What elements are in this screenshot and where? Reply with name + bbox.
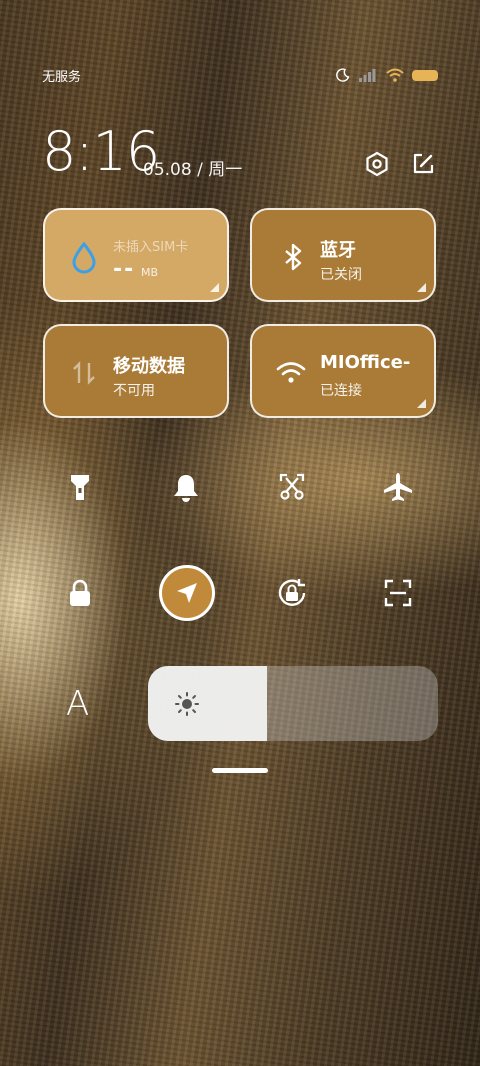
rotation-lock-toggle[interactable]	[272, 573, 312, 613]
location-icon	[177, 583, 197, 603]
wifi-tile[interactable]: MIOffice- 已连接	[250, 324, 436, 418]
scan-icon	[384, 579, 412, 607]
expand-corner-icon	[210, 283, 219, 292]
wifi-title: MIOffice-	[320, 352, 411, 373]
brightness-fill	[148, 666, 267, 741]
screenshot-scissors-icon	[279, 473, 305, 500]
bluetooth-title: 蓝牙	[320, 240, 356, 261]
brightness-slider[interactable]	[148, 666, 438, 741]
water-drop-icon	[72, 241, 96, 274]
flashlight-icon	[71, 475, 89, 500]
edit-icon[interactable]	[410, 151, 436, 177]
settings-icon[interactable]	[364, 151, 390, 177]
auto-brightness-button[interactable]: A	[66, 684, 89, 724]
wifi-status: 已连接	[320, 383, 362, 399]
sim-status-label: 未插入SIM卡	[113, 240, 189, 255]
clock-time: 8:16	[42, 120, 160, 183]
data-usage-tile[interactable]: 未插入SIM卡 -- MB	[43, 208, 229, 302]
rotation-lock-icon	[278, 579, 306, 606]
expand-corner-icon	[417, 399, 426, 408]
airplane-icon	[384, 473, 412, 501]
flashlight-toggle[interactable]	[60, 467, 100, 507]
drag-handle[interactable]	[212, 768, 268, 773]
mobile-data-title: 移动数据	[113, 356, 185, 377]
sound-toggle[interactable]	[166, 467, 206, 507]
battery-icon	[412, 69, 438, 81]
clock-date: 05.08 / 周一	[143, 160, 243, 180]
wifi-icon	[276, 362, 306, 383]
bell-icon	[174, 475, 198, 502]
moon-icon	[336, 68, 350, 82]
data-usage-value: --	[113, 257, 136, 282]
mobile-data-tile[interactable]: 移动数据 不可用	[43, 324, 229, 418]
lock-screen-toggle[interactable]	[60, 573, 100, 613]
expand-corner-icon	[417, 283, 426, 292]
wifi-status-icon	[386, 68, 404, 82]
airplane-toggle[interactable]	[378, 467, 418, 507]
signal-icon	[359, 69, 376, 82]
screenshot-toggle[interactable]	[272, 467, 312, 507]
carrier-label: 无服务	[42, 70, 82, 85]
data-usage-unit: MB	[141, 266, 159, 279]
data-arrows-icon	[73, 361, 95, 385]
bluetooth-status: 已关闭	[320, 267, 362, 283]
bluetooth-icon	[285, 243, 302, 271]
sun-icon	[175, 692, 199, 716]
scan-toggle[interactable]	[378, 573, 418, 613]
status-icons	[336, 66, 438, 84]
mobile-data-status: 不可用	[113, 383, 155, 399]
location-toggle[interactable]	[159, 565, 215, 621]
bluetooth-tile[interactable]: 蓝牙 已关闭	[250, 208, 436, 302]
lock-icon	[70, 579, 90, 606]
